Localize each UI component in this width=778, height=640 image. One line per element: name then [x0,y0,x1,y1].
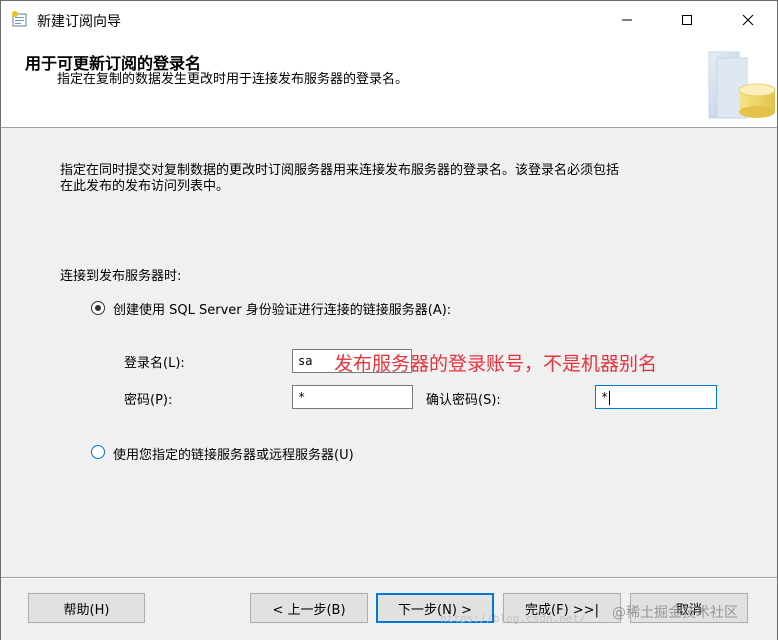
watermark-text: @稀土掘金技术社区 [612,605,738,621]
confirm-password-label: 确认密码(S): [426,393,501,408]
back-button[interactable]: < 上一步(B) [250,593,368,623]
password-label: 密码(P): [124,393,173,408]
radio-create-linked-server-label[interactable]: 创建使用 SQL Server 身份验证进行连接的链接服务器(A): [113,299,451,318]
footer-divider-highlight [1,578,777,579]
connect-label: 连接到发布服务器时: [60,269,182,284]
confirm-password-input[interactable]: * [595,385,717,409]
password-input[interactable]: * [292,385,413,409]
close-icon[interactable] [718,1,778,39]
title-bar: 新建订阅向导 [0,0,778,38]
description-line-1: 指定在同时提交对复制数据的更改时订阅服务器用来连接发布服务器的登录名。该登录名必… [60,163,620,178]
radio-use-specified-server-label[interactable]: 使用您指定的链接服务器或远程服务器(U) [113,444,354,463]
radio-create-linked-server[interactable] [91,301,105,315]
page-subtitle: 指定在复制的数据发生更改时用于连接发布服务器的登录名。 [57,72,409,87]
wizard-header: 用于可更新订阅的登录名 指定在复制的数据发生更改时用于连接发布服务器的登录名。 [0,38,778,128]
database-wizard-icon [703,44,777,124]
help-button[interactable]: 帮助(H) [28,593,145,623]
watermark-url: https://blog.csdn.net/ [440,612,586,625]
login-label: 登录名(L): [124,356,185,371]
text-caret [609,390,611,405]
window-border-left [0,128,1,640]
window-title: 新建订阅向导 [37,14,121,30]
description-line-2: 在此发布的发布访问列表中。 [60,179,230,194]
maximize-icon[interactable] [657,1,717,39]
confirm-password-value: * [601,390,609,404]
minimize-icon[interactable] [597,1,657,39]
wizard-app-icon [11,11,28,27]
red-annotation: 发布服务器的登录账号，不是机器别名 [334,353,658,375]
radio-use-specified-server[interactable] [91,445,105,459]
page-description: 指定在同时提交对复制数据的更改时订阅服务器用来连接发布服务器的登录名。该登录名必… [60,163,740,195]
